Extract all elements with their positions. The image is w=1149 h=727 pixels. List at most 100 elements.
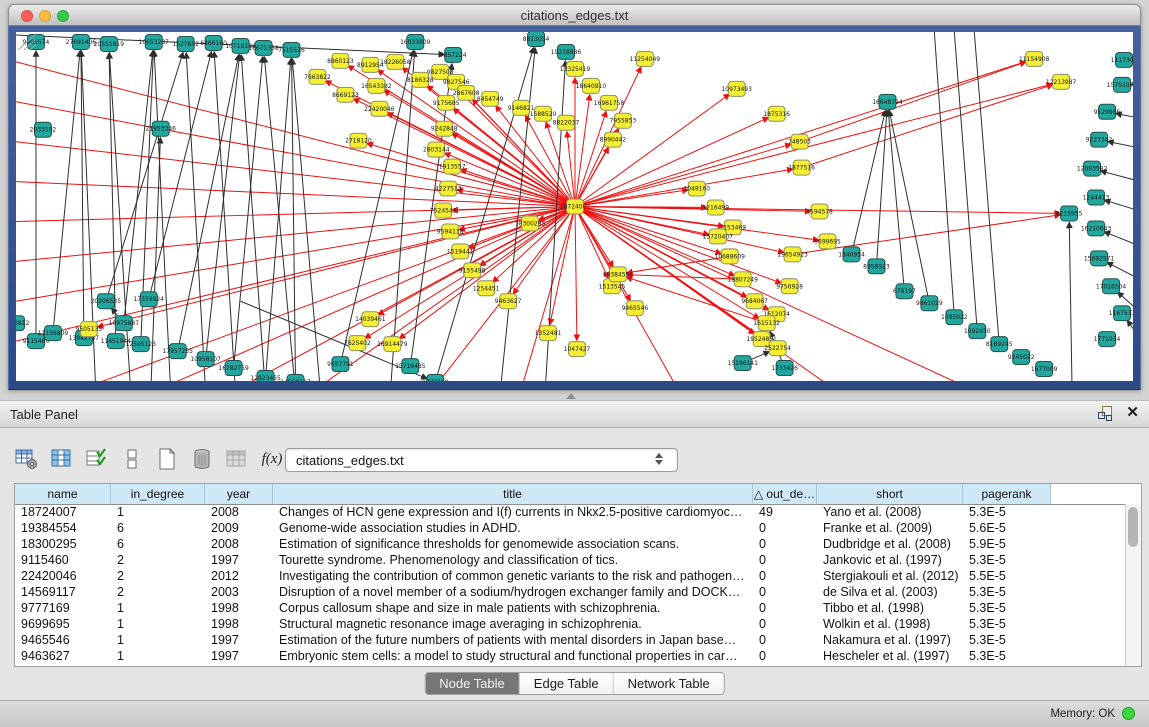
- network-node[interactable]: 18226058: [380, 54, 411, 69]
- table-row[interactable]: 946362711997Embryonic stem cells: a mode…: [15, 648, 1126, 664]
- delete-column-button[interactable]: [189, 446, 215, 472]
- network-node[interactable]: 11254049: [630, 51, 661, 66]
- network-node[interactable]: 1677009: [1031, 362, 1058, 377]
- table-row[interactable]: 1872400712008Changes of HCN gene express…: [15, 504, 1126, 520]
- table-row[interactable]: 1456911722003Disruption of a novel membe…: [15, 584, 1126, 600]
- network-node[interactable]: 1594578: [806, 204, 833, 219]
- network-node[interactable]: 16543382: [361, 78, 392, 93]
- table-row[interactable]: 977716911998Corpus callosum shape and si…: [15, 600, 1126, 616]
- network-node[interactable]: 9657791: [327, 357, 354, 372]
- function-builder-button[interactable]: f(x): [259, 446, 285, 472]
- column-header-pagerank[interactable]: pagerank: [963, 484, 1051, 504]
- network-node[interactable]: 12923465: [250, 371, 281, 381]
- network-node[interactable]: 1877516: [788, 160, 815, 175]
- network-node[interactable]: 1875316: [763, 106, 790, 121]
- table-row[interactable]: 1830029562008Estimation of significance …: [15, 536, 1126, 552]
- network-node[interactable]: 20206535: [91, 294, 122, 309]
- network-node[interactable]: 748503: [788, 134, 811, 149]
- table-mode-button[interactable]: [14, 446, 40, 472]
- table-row[interactable]: 2242004622012Investigating the contribut…: [15, 568, 1126, 584]
- network-node[interactable]: 679197: [893, 284, 916, 299]
- network-node[interactable]: 1167533: [1109, 306, 1133, 321]
- network-node[interactable]: 8454749: [477, 91, 504, 106]
- network-node[interactable]: 1733426: [771, 361, 798, 376]
- network-node[interactable]: 15716485: [395, 359, 426, 374]
- network-node[interactable]: 8669123: [332, 87, 359, 102]
- split-pane-handle[interactable]: [566, 393, 576, 399]
- network-node[interactable]: 9245022: [1008, 350, 1035, 365]
- network-node[interactable]: 9861029: [916, 296, 943, 311]
- network-node[interactable]: 10653287: [139, 34, 170, 49]
- network-node[interactable]: 16961758: [594, 95, 625, 110]
- network-node[interactable]: 17359924: [134, 292, 165, 307]
- network-node[interactable]: 7625402: [344, 336, 371, 351]
- network-node[interactable]: 19654923: [777, 247, 808, 262]
- network-node[interactable]: 1244413: [1083, 190, 1110, 205]
- network-node[interactable]: 19218986: [551, 44, 582, 59]
- select-columns-button[interactable]: [84, 446, 110, 472]
- show-columns-button[interactable]: [49, 446, 75, 472]
- network-node[interactable]: 10973493: [722, 81, 753, 96]
- network-node[interactable]: 6466160: [200, 35, 227, 50]
- network-node[interactable]: 1840954: [838, 247, 865, 262]
- network-node[interactable]: 1254451: [473, 281, 500, 296]
- network-node[interactable]: 4227513: [435, 181, 462, 196]
- network-node[interactable]: 1771034: [1094, 332, 1121, 347]
- network-node[interactable]: 1092450: [964, 324, 991, 339]
- network-node[interactable]: 9227342: [1086, 132, 1113, 147]
- network-node[interactable]: 8860123: [327, 53, 354, 68]
- network-node[interactable]: 7857224: [440, 47, 467, 62]
- network-node[interactable]: 15751074: [1107, 77, 1133, 92]
- tab-network-table[interactable]: Network Table: [614, 673, 724, 694]
- table-row[interactable]: 911546021997Tourette syndrome. Phenomeno…: [15, 552, 1126, 568]
- network-node[interactable]: 9465546: [622, 301, 649, 316]
- table-source-dropdown[interactable]: citations_edges.txt: [285, 448, 678, 472]
- network-node[interactable]: 1047427: [564, 342, 591, 357]
- window-titlebar[interactable]: citations_edges.txt: [8, 4, 1141, 26]
- import-table-button[interactable]: [224, 446, 250, 472]
- column-header-short[interactable]: short: [817, 484, 963, 504]
- network-node[interactable]: 2033192: [30, 122, 57, 137]
- network-node[interactable]: 16782759: [218, 361, 249, 376]
- table-row[interactable]: 969969511998Structural magnetic resonanc…: [15, 616, 1126, 632]
- close-panel-icon[interactable]: ✕: [1126, 406, 1139, 420]
- network-node[interactable]: 16914479: [377, 337, 408, 352]
- network-node[interactable]: 18807249: [727, 272, 758, 287]
- network-node[interactable]: 2718120: [345, 133, 372, 148]
- network-node[interactable]: 16210643: [1081, 221, 1112, 236]
- network-node[interactable]: 2803144: [423, 142, 450, 157]
- network-node[interactable]: 17016504: [1096, 279, 1127, 294]
- column-header-title[interactable]: title: [273, 484, 753, 504]
- network-node[interactable]: 11154908: [1019, 51, 1050, 66]
- canvas-resize-grip[interactable]: [16, 32, 36, 50]
- tab-edge-table[interactable]: Edge Table: [520, 673, 614, 694]
- network-canvas[interactable]: 9405574276914062055181910653287152760264…: [16, 32, 1133, 381]
- table-body[interactable]: 1872400712008Changes of HCN gene express…: [15, 504, 1126, 666]
- network-node[interactable]: 9175685: [433, 95, 460, 110]
- network-node[interactable]: 17957255: [163, 344, 194, 359]
- network-node[interactable]: 14569117: [280, 375, 311, 381]
- float-panel-icon[interactable]: [1098, 406, 1112, 420]
- network-node[interactable]: 8215955: [1056, 206, 1083, 221]
- network-node[interactable]: 1049160: [683, 181, 710, 196]
- network-node[interactable]: 9129966: [1094, 104, 1121, 119]
- network-node[interactable]: 1527602: [172, 36, 199, 51]
- column-header-year[interactable]: year: [205, 484, 273, 504]
- network-node[interactable]: 8189245: [986, 337, 1013, 352]
- network-node[interactable]: 8958923: [863, 259, 890, 274]
- tab-node-table[interactable]: Node Table: [425, 673, 520, 694]
- network-node[interactable]: 1117304: [1111, 52, 1133, 67]
- network-node[interactable]: 1519441: [447, 244, 474, 259]
- network-node[interactable]: 27691406: [66, 34, 97, 49]
- network-node[interactable]: 9699695: [814, 234, 841, 249]
- column-header-name[interactable]: name: [15, 484, 111, 504]
- network-node[interactable]: 10688609: [715, 249, 746, 264]
- table-vertical-scrollbar[interactable]: [1125, 504, 1141, 666]
- column-header-in_degree[interactable]: in_degree: [111, 484, 205, 504]
- network-node[interactable]: 1095022: [941, 310, 968, 325]
- network-node[interactable]: 9756928: [776, 279, 803, 294]
- row-height-button[interactable]: [119, 446, 145, 472]
- network-node[interactable]: 7515526: [278, 42, 305, 57]
- network-node[interactable]: 12213987: [1046, 74, 1077, 89]
- scrollbar-thumb[interactable]: [1128, 507, 1138, 547]
